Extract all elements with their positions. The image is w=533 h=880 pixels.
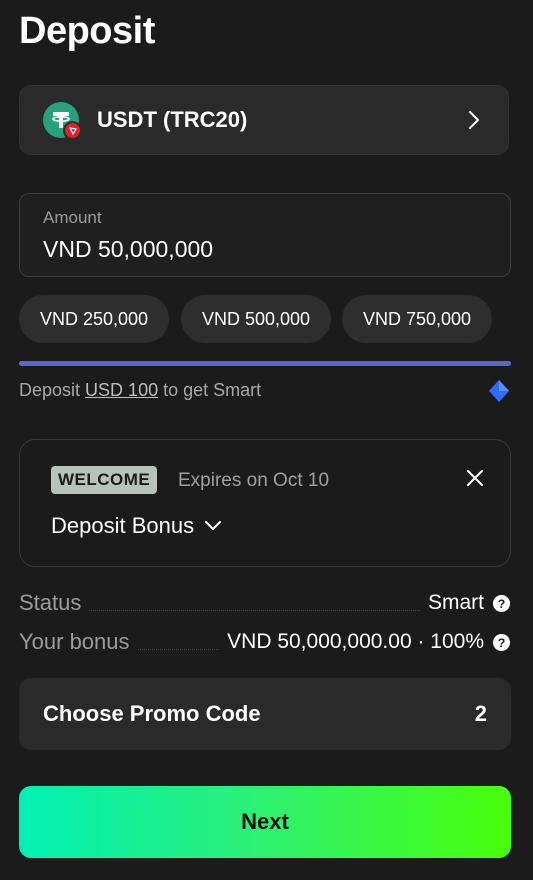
- quick-amount-250000[interactable]: VND 250,000: [19, 295, 169, 343]
- welcome-badge: WELCOME: [51, 466, 158, 494]
- bonus-dropdown[interactable]: Deposit Bonus: [51, 513, 222, 539]
- close-icon[interactable]: [466, 469, 484, 487]
- amount-input[interactable]: [43, 236, 473, 263]
- amount-field[interactable]: Amount: [19, 193, 511, 277]
- quick-amount-500000[interactable]: VND 500,000: [181, 295, 331, 343]
- chevron-right-icon: [469, 111, 479, 129]
- tron-icon: [63, 121, 82, 140]
- currency-selector[interactable]: USDT (TRC20): [19, 85, 509, 155]
- deposit-note-suffix: to get Smart: [158, 380, 262, 400]
- help-icon[interactable]: ?: [492, 633, 511, 652]
- deposit-note-link[interactable]: USD 100: [85, 380, 158, 400]
- deposit-note: Deposit USD 100 to get Smart: [19, 380, 261, 401]
- your-bonus-value: VND 50,000,000.00 · 100%: [227, 630, 484, 653]
- page-title: Deposit: [19, 10, 155, 52]
- bonus-expiry: Expires on Oct 10: [178, 470, 330, 491]
- svg-text:?: ?: [498, 596, 506, 610]
- status-label: Status: [19, 590, 82, 615]
- status-value: Smart: [427, 591, 484, 614]
- tether-icon: [43, 102, 82, 140]
- diamond-icon: [489, 380, 509, 402]
- promo-code-button[interactable]: Choose Promo Code 2: [19, 678, 511, 750]
- help-icon[interactable]: ?: [492, 594, 511, 613]
- quick-amount-750000[interactable]: VND 750,000: [342, 295, 492, 343]
- currency-label: USDT (TRC20): [97, 107, 248, 132]
- next-button[interactable]: Next: [19, 786, 511, 858]
- bonus-dropdown-label: Deposit Bonus: [51, 513, 195, 538]
- bonus-card: WELCOME Expires on Oct 10 Deposit Bonus: [19, 439, 511, 567]
- svg-text:?: ?: [498, 635, 506, 649]
- your-bonus-row: Your bonus VND 50,000,000.00 · 100% ?: [19, 628, 511, 656]
- chevron-down-icon: [205, 521, 222, 530]
- deposit-progress-bar: [19, 361, 511, 366]
- promo-code-count: 2: [474, 701, 487, 726]
- deposit-note-prefix: Deposit: [19, 380, 86, 400]
- your-bonus-label: Your bonus: [19, 629, 130, 654]
- promo-code-label: Choose Promo Code: [43, 701, 261, 726]
- amount-label: Amount: [43, 208, 102, 227]
- status-row: Status Smart ?: [19, 589, 511, 617]
